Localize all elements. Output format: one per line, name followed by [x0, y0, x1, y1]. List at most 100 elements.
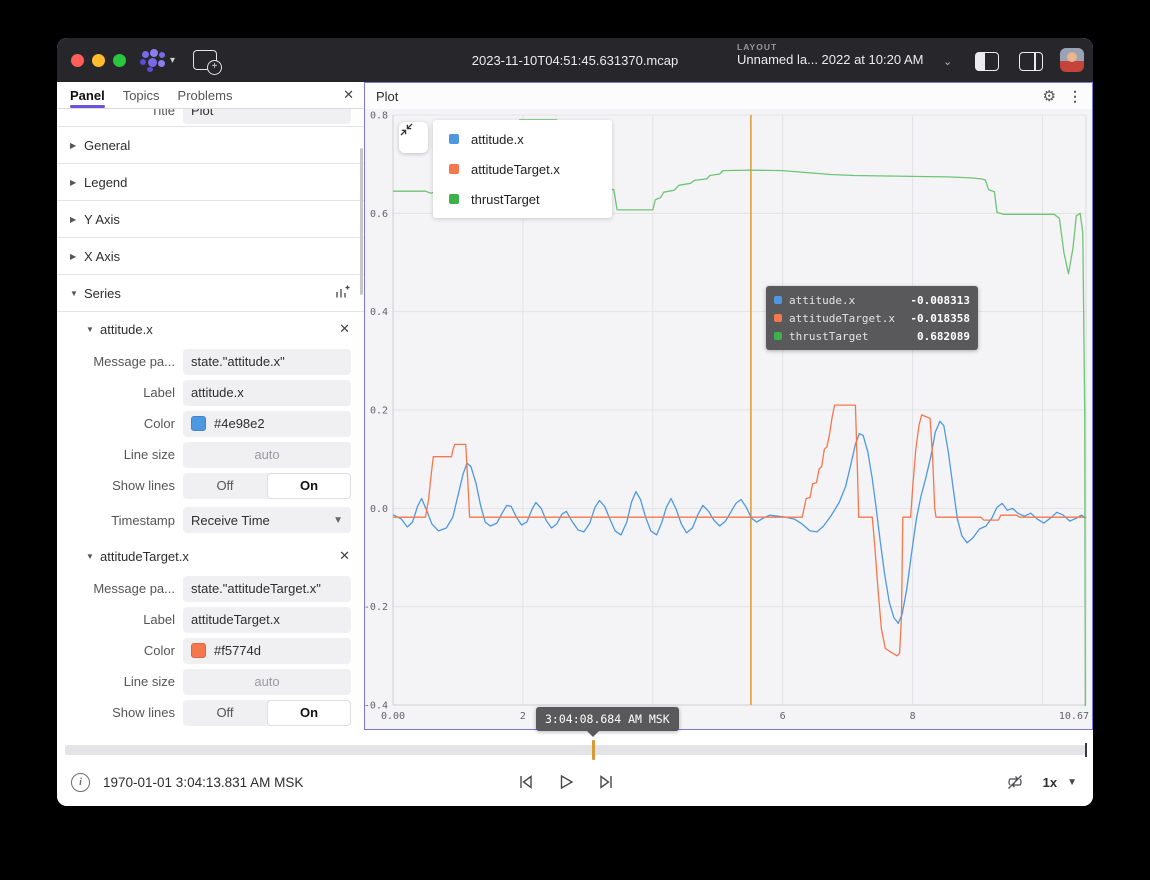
show-lines-off-button[interactable]: Off [183, 473, 267, 499]
section-series[interactable]: ▼ Series [57, 275, 364, 312]
section-general[interactable]: ▶ General [57, 126, 364, 164]
plot-panel-header: Plot ⚙ ⋮ [365, 83, 1092, 109]
svg-text:0.00: 0.00 [381, 711, 405, 722]
user-avatar[interactable] [1060, 48, 1084, 72]
seek-forward-button[interactable] [597, 773, 615, 791]
show-lines-off-button[interactable]: Off [183, 700, 267, 726]
remove-series-icon[interactable]: ✕ [339, 321, 350, 337]
line-size-row: Line size auto [57, 439, 364, 470]
toggle-left-sidebar-button[interactable] [975, 52, 999, 71]
chevron-right-icon: ▶ [70, 215, 84, 224]
label-row: Label attitudeTarget.x [57, 604, 364, 635]
playback-speed[interactable]: 1x [1043, 775, 1057, 790]
zoom-window-button[interactable] [113, 54, 126, 67]
chart-area[interactable]: 0.80.60.40.20.0-0.2-0.40.00246810.67 att… [365, 109, 1092, 729]
play-button[interactable] [557, 773, 575, 791]
section-label: X Axis [84, 249, 120, 264]
layout-chevron-icon[interactable]: ⌄ [943, 55, 952, 68]
tab-problems[interactable]: Problems [178, 82, 233, 108]
chart-hover-tooltip: attitude.x -0.008313 attitudeTarget.x -0… [766, 286, 978, 350]
tooltip-series-value: -0.018358 [910, 312, 970, 325]
add-series-icon[interactable] [334, 284, 350, 303]
sidebar-tabbar: Panel Topics Problems ✕ [57, 82, 364, 109]
section-label: Legend [84, 175, 127, 190]
message-path-input[interactable]: state."attitude.x" [183, 349, 351, 375]
color-input[interactable]: #f5774d [183, 638, 351, 664]
section-legend[interactable]: ▶ Legend [57, 164, 364, 201]
title-field-row-clipped: Title Plot [57, 109, 364, 126]
field-label: Show lines [57, 705, 183, 720]
section-label: General [84, 138, 130, 153]
series-color-swatch [449, 194, 459, 204]
info-icon[interactable]: i [71, 773, 90, 792]
legend-item[interactable]: attitude.x [433, 124, 612, 154]
section-x-axis[interactable]: ▶ X Axis [57, 238, 364, 275]
timestamp-select[interactable]: Receive Time ▼ [183, 507, 351, 533]
layout-switcher[interactable]: LAYOUT Unnamed la... 2022 at 10:20 AM [737, 43, 923, 68]
settings-sidebar: Panel Topics Problems ✕ Title Plot ▶ Gen… [57, 82, 364, 730]
seek-backward-button[interactable] [517, 773, 535, 791]
collapse-arrows-icon [399, 122, 414, 137]
panel-settings-gear-icon[interactable]: ⚙ [1043, 87, 1056, 105]
legend-label: thrustTarget [471, 192, 540, 207]
loop-off-icon[interactable] [1005, 772, 1025, 792]
seek-end-marker [1085, 743, 1087, 757]
close-sidebar-icon[interactable]: ✕ [343, 87, 354, 103]
color-input[interactable]: #4e98e2 [183, 411, 351, 437]
plot-panel[interactable]: Plot ⚙ ⋮ 0.80.60.40.20.0-0.2-0.40.002468… [364, 82, 1093, 730]
chevron-down-icon: ▼ [333, 515, 343, 526]
section-y-axis[interactable]: ▶ Y Axis [57, 201, 364, 238]
message-path-row: Message pa... state."attitude.x" [57, 346, 364, 377]
app-menu-chevron-icon[interactable]: ▾ [170, 55, 175, 66]
toggle-right-sidebar-button[interactable] [1019, 52, 1043, 71]
series-attitudetarget-x-header[interactable]: ▼ attitudeTarget.x ✕ [57, 539, 364, 573]
collapse-legend-button[interactable] [399, 122, 428, 153]
show-lines-on-button[interactable]: On [267, 473, 351, 499]
line-size-row: Line size auto [57, 666, 364, 697]
label-input[interactable]: attitude.x [183, 380, 351, 406]
field-label: Timestamp [57, 513, 183, 528]
series-attitude-x-header[interactable]: ▼ attitude.x ✕ [57, 312, 364, 346]
seek-playhead[interactable] [592, 740, 595, 760]
seek-bar[interactable] [65, 745, 1085, 755]
sidebar-scrollbar[interactable] [360, 148, 363, 295]
seek-hover-tooltip: 3:04:08.684 AM MSK [536, 707, 679, 731]
remove-series-icon[interactable]: ✕ [339, 548, 350, 564]
speed-chevron-icon[interactable]: ▼ [1067, 777, 1077, 788]
label-input[interactable]: attitudeTarget.x [183, 607, 351, 633]
legend-label: attitude.x [471, 132, 524, 147]
svg-text:2: 2 [520, 711, 526, 722]
tooltip-row: attitude.x -0.008313 [774, 291, 970, 309]
window-controls [71, 54, 126, 67]
panel-menu-kebab-icon[interactable]: ⋮ [1068, 88, 1082, 105]
color-swatch[interactable] [191, 416, 206, 431]
line-size-input[interactable]: auto [183, 442, 351, 468]
minimize-window-button[interactable] [92, 54, 105, 67]
color-swatch[interactable] [191, 643, 206, 658]
tooltip-series-name: attitude.x [789, 294, 855, 307]
legend-label: attitudeTarget.x [471, 162, 560, 177]
line-size-input[interactable]: auto [183, 669, 351, 695]
legend-item[interactable]: thrustTarget [433, 184, 612, 214]
color-value: #f5774d [214, 643, 261, 658]
close-window-button[interactable] [71, 54, 84, 67]
foxglove-logo-icon[interactable] [140, 48, 166, 72]
tab-topics[interactable]: Topics [123, 82, 160, 108]
title-field-label: Title [57, 109, 183, 118]
add-panel-icon[interactable]: + [193, 50, 217, 70]
svg-text:0.0: 0.0 [370, 504, 388, 515]
tab-panel[interactable]: Panel [70, 82, 105, 108]
series-color-swatch [774, 296, 782, 304]
message-path-input[interactable]: state."attitudeTarget.x" [183, 576, 351, 602]
chevron-right-icon: ▶ [70, 178, 84, 187]
show-lines-on-button[interactable]: On [267, 700, 351, 726]
series-color-swatch [449, 164, 459, 174]
field-label: Message pa... [57, 581, 183, 596]
tooltip-series-value: 0.682089 [917, 330, 970, 343]
title-field-input[interactable]: Plot [183, 109, 351, 124]
svg-text:-0.2: -0.2 [365, 602, 388, 613]
svg-text:0.2: 0.2 [370, 406, 388, 417]
field-label: Label [57, 385, 183, 400]
playback-controls: i 1970-01-01 3:04:13.831 AM MSK 1x ▼ [57, 758, 1093, 806]
legend-item[interactable]: attitudeTarget.x [433, 154, 612, 184]
